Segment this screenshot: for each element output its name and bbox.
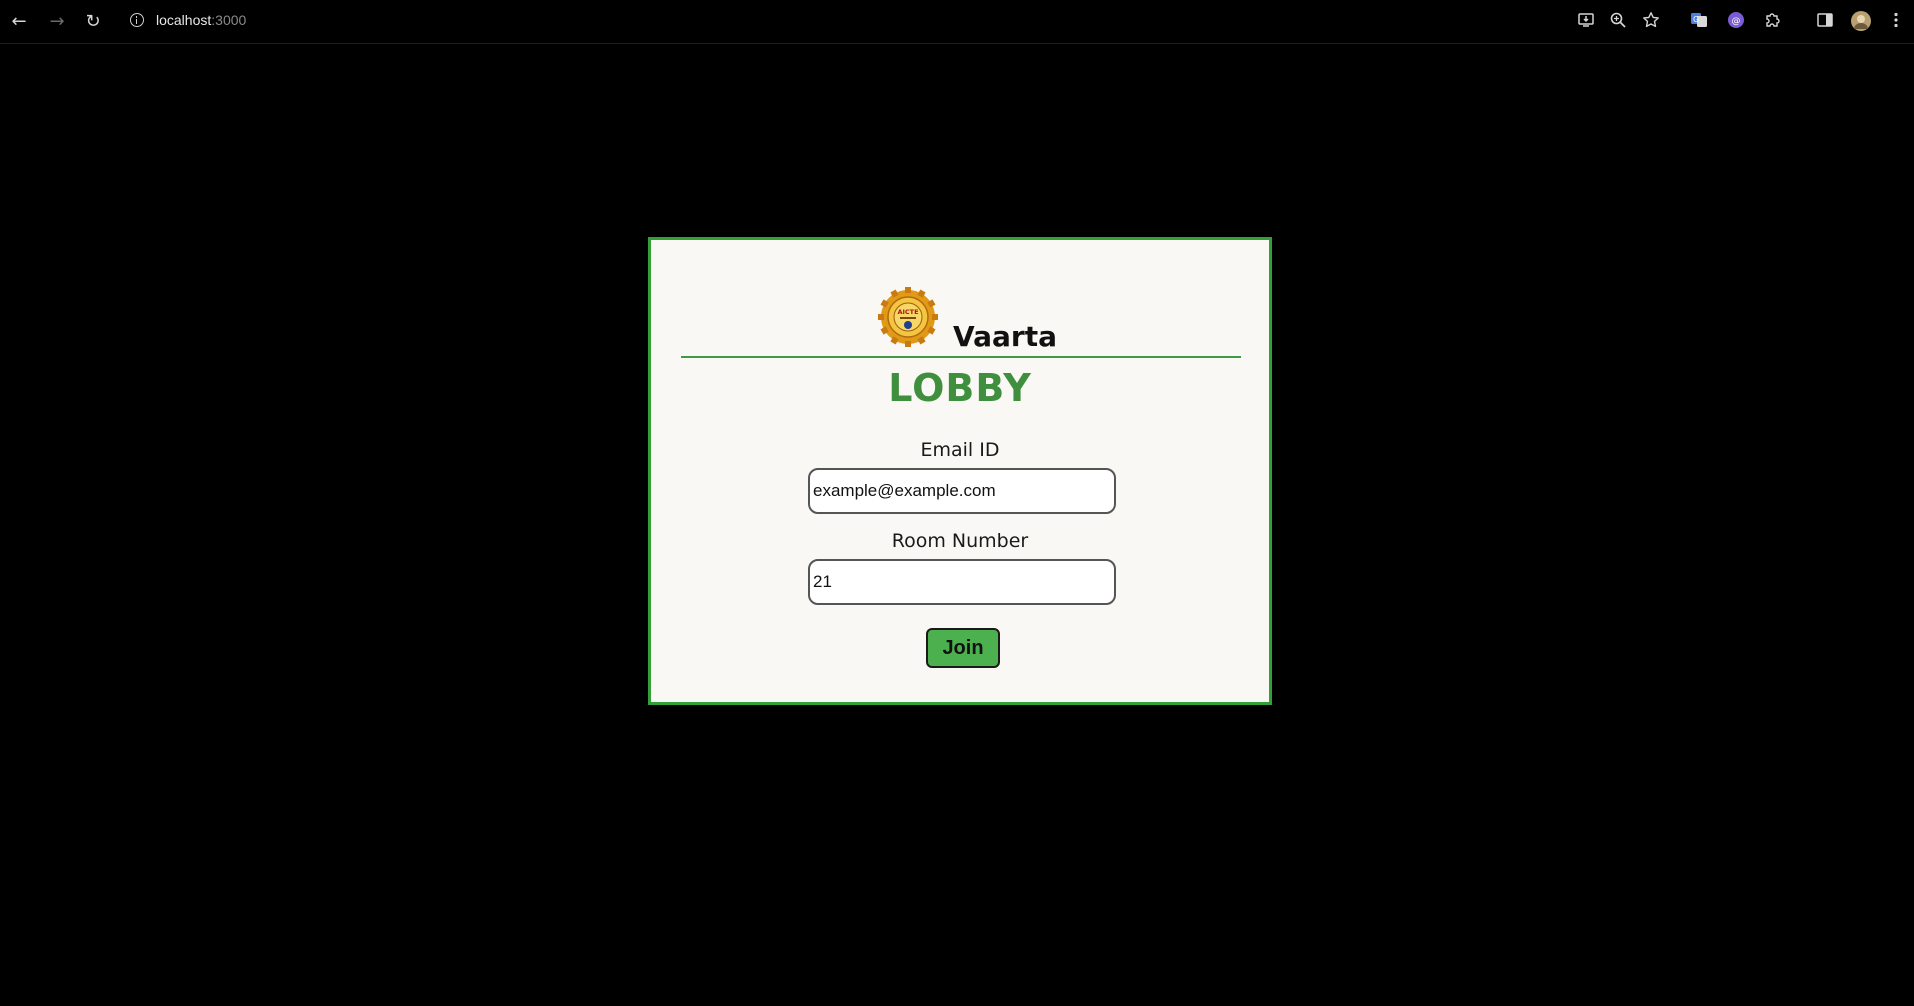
url-text[interactable]: localhost:3000 — [156, 12, 246, 28]
kebab-menu-icon[interactable] — [1886, 11, 1906, 31]
reload-icon[interactable]: ↻ — [80, 9, 106, 35]
back-arrow-icon[interactable]: ← — [6, 9, 32, 35]
info-icon[interactable] — [130, 13, 144, 27]
zoom-icon[interactable] — [1608, 11, 1628, 31]
side-panel-icon[interactable] — [1815, 11, 1835, 31]
url-host: localhost — [156, 12, 212, 28]
svg-text:@: @ — [1732, 17, 1741, 27]
aicte-logo: AICTE — [878, 287, 938, 347]
room-number-label: Room Number — [891, 530, 1029, 552]
page-title: LOBBY — [888, 366, 1032, 410]
forward-arrow-icon[interactable]: → — [44, 9, 70, 35]
app-title: Vaarta — [953, 320, 1058, 353]
card-header: AICTE Vaarta — [681, 262, 1241, 358]
address-bar[interactable]: localhost:3000 — [120, 5, 1676, 37]
room-number-field[interactable] — [808, 559, 1116, 605]
extension-icon[interactable]: @ — [1726, 11, 1746, 31]
logo-text: AICTE — [897, 308, 918, 316]
avatar[interactable] — [1851, 11, 1871, 31]
browser-toolbar: ← → ↻ localhost:3000 G @ — [0, 0, 1914, 44]
email-label: Email ID — [920, 439, 1000, 461]
svg-text:G: G — [1693, 15, 1699, 24]
install-app-icon[interactable] — [1576, 11, 1596, 31]
url-port: :3000 — [211, 12, 247, 28]
lobby-card: AICTE Vaarta LOBBY Email ID Room Number … — [648, 237, 1272, 705]
email-field[interactable] — [808, 468, 1116, 514]
puzzle-icon[interactable] — [1763, 11, 1783, 31]
star-icon[interactable] — [1641, 11, 1661, 31]
join-button[interactable]: Join — [926, 628, 1000, 668]
translate-icon[interactable]: G — [1689, 11, 1709, 31]
